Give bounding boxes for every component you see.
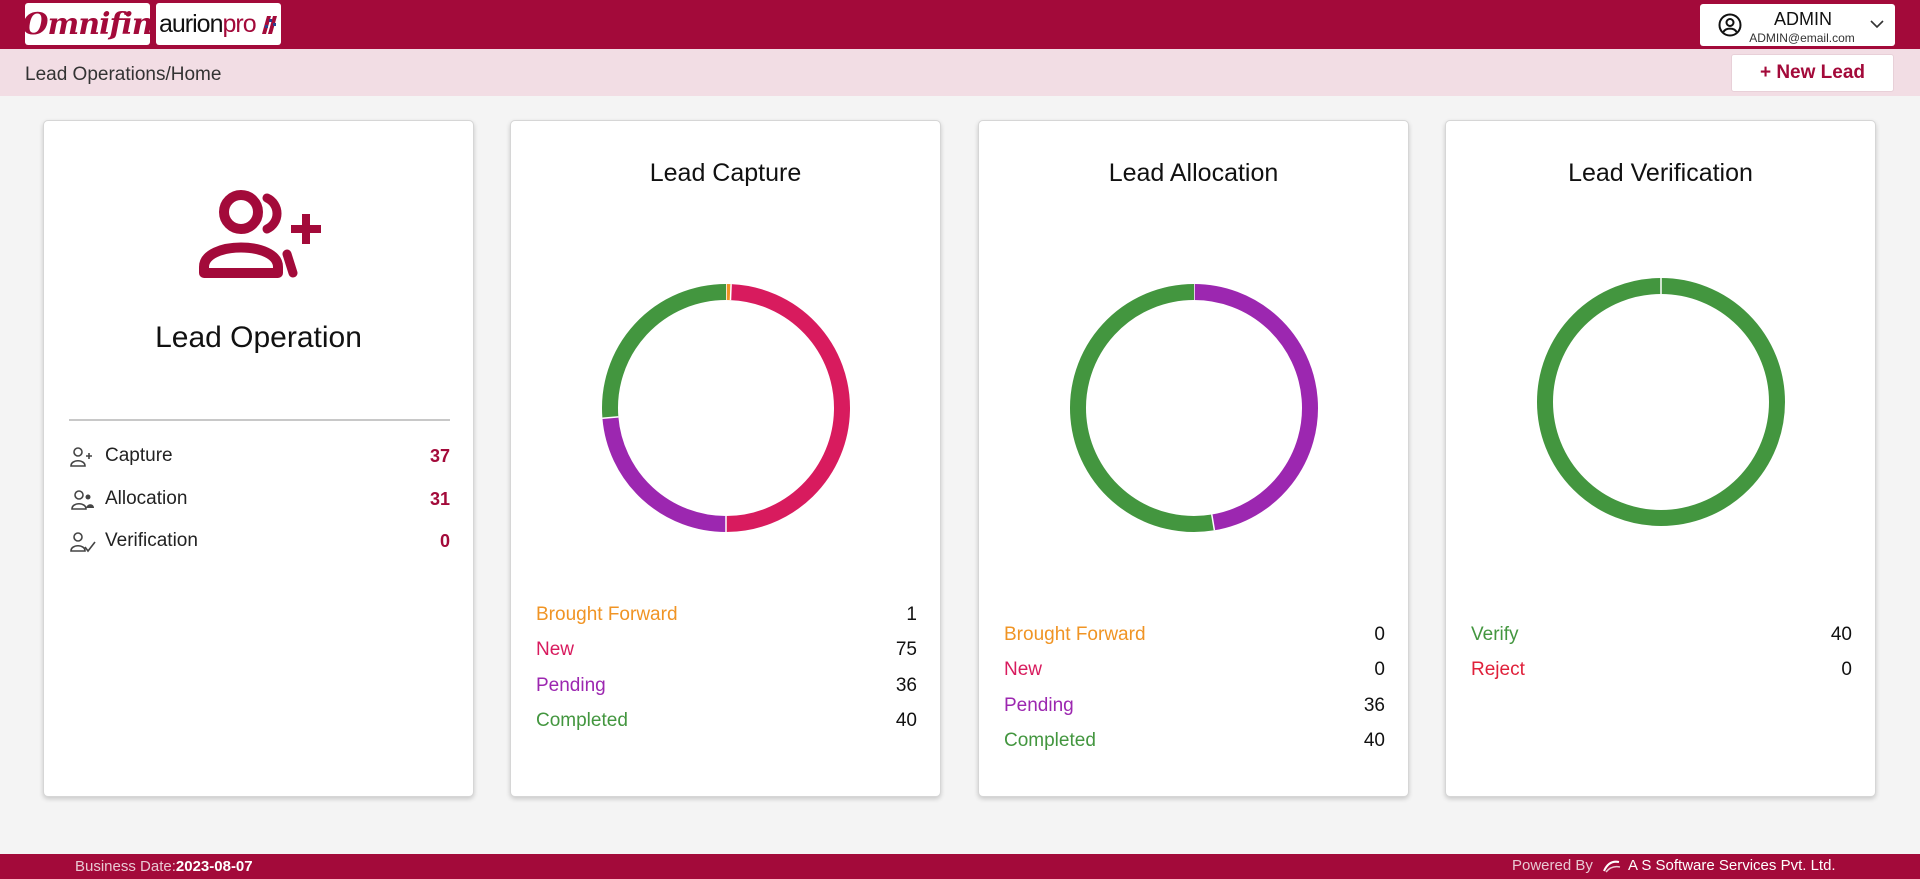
aurionpro-logo: aurionpro: [156, 3, 281, 45]
op-item-verification[interactable]: Verification 0: [69, 528, 450, 558]
op-item-count: 37: [429, 446, 450, 466]
lead-operation-title: Lead Operation: [155, 321, 362, 354]
stat-label: Completed: [536, 710, 628, 731]
stat-row-completed: Completed 40: [536, 710, 917, 738]
stat-label: Pending: [536, 675, 606, 696]
op-item-label: Verification: [105, 530, 198, 551]
omnifin-logo[interactable]: Omnifin: [22, 3, 154, 45]
stat-label: Pending: [1004, 695, 1074, 716]
stat-row-new: New 0: [1004, 659, 1385, 687]
stat-label: New: [1004, 659, 1043, 680]
users-icon: [71, 490, 94, 510]
donut-slice-pending[interactable]: [602, 416, 727, 532]
aurionpro-logo-text: aurionpro: [159, 9, 257, 38]
stat-value: 0: [1841, 659, 1852, 680]
divider: [69, 419, 450, 421]
user-email: ADMIN@email.com: [1749, 31, 1855, 45]
stat-row-pending: Pending 36: [536, 675, 917, 703]
stat-row-reject: Reject 0: [1471, 659, 1852, 687]
user-menu[interactable]: ADMIN ADMIN@email.com: [1700, 4, 1895, 46]
breadcrumb[interactable]: Lead Operations/Home: [25, 64, 221, 86]
user-circle-icon: [1718, 13, 1742, 37]
stat-value: 0: [1374, 624, 1385, 645]
user-check-icon: [70, 532, 96, 553]
chevron-down-icon[interactable]: [1870, 19, 1884, 29]
stat-value: 1: [906, 604, 917, 625]
user-add-large-icon: [199, 190, 321, 278]
user-name: ADMIN: [1774, 9, 1832, 29]
stat-value: 75: [895, 639, 917, 660]
stat-value: 36: [1363, 695, 1385, 716]
lead-capture-card: Lead Capture Brought Forward 1 New 75 Pe…: [510, 120, 941, 797]
stat-row-verify: Verify 40: [1471, 624, 1852, 652]
op-item-label: Capture: [105, 445, 173, 466]
new-lead-button[interactable]: + New Lead: [1731, 54, 1894, 92]
op-item-count: 0: [439, 531, 450, 551]
lead-verification-donut: [1537, 278, 1785, 526]
stat-value: 0: [1374, 659, 1385, 680]
donut-slice-verify[interactable]: [1537, 278, 1785, 526]
sub-bar: Lead Operations/Home + New Lead: [0, 49, 1920, 96]
donut-slice-pending[interactable]: [1193, 284, 1318, 531]
stat-row-brought-forward: Brought Forward 1: [536, 604, 917, 632]
stat-label: Completed: [1004, 730, 1096, 751]
stat-label: New: [536, 639, 575, 660]
omnifin-logo-text: Omnifin: [22, 6, 153, 42]
company-logo-icon: [1603, 860, 1621, 873]
user-add-icon: [70, 447, 92, 467]
stat-row-new: New 75: [536, 639, 917, 667]
aurionpro-mark-icon: [261, 16, 277, 34]
lead-allocation-card: Lead Allocation Brought Forward 0 New 0 …: [978, 120, 1409, 797]
stat-label: Brought Forward: [536, 604, 678, 625]
lead-operation-card: Lead Operation Capture 37 Allocation 31 …: [43, 120, 474, 797]
footer: Business Date:2023-08-07 Powered By A S …: [0, 854, 1920, 879]
donut-slice-completed[interactable]: [602, 284, 727, 419]
business-date: Business Date:2023-08-07: [75, 858, 253, 875]
donut-slice-new[interactable]: [725, 284, 850, 532]
stat-value: 40: [895, 710, 917, 731]
op-item-allocation[interactable]: Allocation 31: [69, 486, 450, 516]
donut-slice-completed[interactable]: [1070, 284, 1215, 532]
stat-value: 40: [1830, 624, 1852, 645]
op-item-count: 31: [429, 489, 450, 509]
stat-row-completed: Completed 40: [1004, 730, 1385, 758]
op-item-label: Allocation: [105, 488, 188, 509]
powered-by-label: Powered By: [1512, 857, 1593, 874]
stat-label: Brought Forward: [1004, 624, 1146, 645]
stat-row-brought-forward: Brought Forward 0: [1004, 624, 1385, 652]
lead-verification-card: Lead Verification Verify 40 Reject 0: [1445, 120, 1876, 797]
stat-label: Reject: [1471, 659, 1525, 680]
stat-row-pending: Pending 36: [1004, 695, 1385, 723]
top-bar: Omnifin aurionpro ADMIN ADMIN@email.com: [0, 0, 1920, 49]
stat-value: 40: [1363, 730, 1385, 751]
stat-value: 36: [895, 675, 917, 696]
company-name: A S Software Services Pvt. Ltd.: [1628, 857, 1836, 874]
stat-label: Verify: [1471, 624, 1519, 645]
op-item-capture[interactable]: Capture 37: [69, 443, 450, 473]
slice-separator: [729, 284, 732, 301]
